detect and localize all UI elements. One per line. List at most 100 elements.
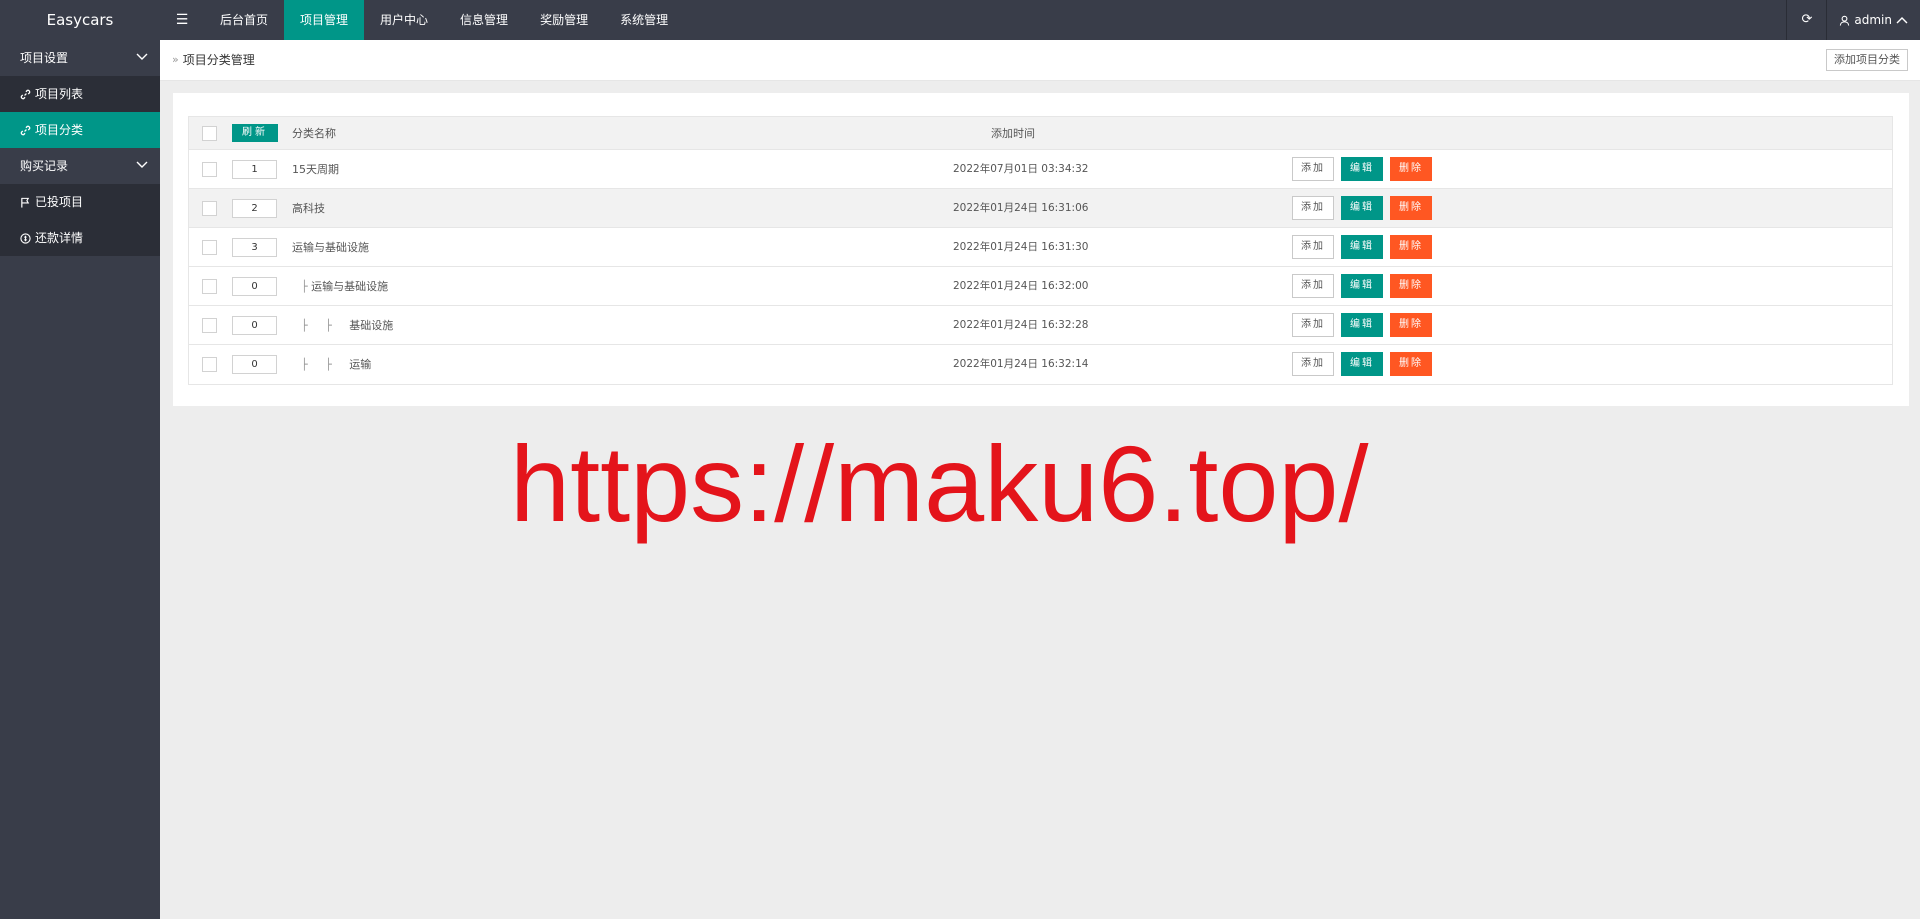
table-row: ├ ├ 运输 2022年01月24日 16:32:14 添加 编辑 删除 xyxy=(189,345,1892,384)
table-row: 15天周期 2022年07月01日 03:34:32 添加 编辑 删除 xyxy=(189,150,1892,189)
add-button[interactable]: 添加 xyxy=(1292,313,1334,337)
sort-order-input[interactable] xyxy=(232,238,277,257)
row-actions: 添加 编辑 删除 xyxy=(1292,235,1432,259)
category-name-text: 运输 xyxy=(349,358,372,371)
category-name: 高科技 xyxy=(292,189,325,228)
row-actions: 添加 编辑 删除 xyxy=(1292,157,1432,181)
row-checkbox[interactable] xyxy=(202,357,217,372)
add-button[interactable]: 添加 xyxy=(1292,235,1334,259)
add-button[interactable]: 添加 xyxy=(1292,352,1334,376)
breadcrumb-bar: » 项目分类管理 添加项目分类 xyxy=(160,40,1920,81)
row-actions: 添加 编辑 删除 xyxy=(1292,196,1432,220)
menu-toggle-icon[interactable]: ☰ xyxy=(160,0,204,40)
chevron-down-icon xyxy=(136,161,148,168)
category-table: 刷新 分类名称 添加时间 15天周期 2022年07月01日 03:34:32 … xyxy=(188,116,1893,385)
category-name-text: 15天周期 xyxy=(292,163,339,176)
sort-order-input[interactable] xyxy=(232,355,277,374)
added-time: 2022年01月24日 16:32:28 xyxy=(953,319,1089,331)
app-logo: Easycars xyxy=(46,11,114,29)
sort-order-input[interactable] xyxy=(232,277,277,296)
user-menu[interactable]: admin xyxy=(1826,0,1920,40)
column-header-name: 分类名称 xyxy=(292,127,336,140)
sidebar-item-label: 项目分类 xyxy=(35,123,84,137)
edit-button[interactable]: 编辑 xyxy=(1341,313,1383,337)
sidebar-group-label: 购买记录 xyxy=(20,159,69,173)
row-checkbox[interactable] xyxy=(202,279,217,294)
breadcrumb-current: 项目分类管理 xyxy=(182,53,255,67)
category-name: 15天周期 xyxy=(292,150,339,189)
top-navigation: 后台首页 项目管理 用户中心 信息管理 奖励管理 系统管理 xyxy=(204,0,684,40)
row-actions: 添加 编辑 删除 xyxy=(1292,352,1432,376)
delete-button[interactable]: 删除 xyxy=(1390,235,1432,259)
edit-button[interactable]: 编辑 xyxy=(1341,196,1383,220)
table-row: ├ ├ 基础设施 2022年01月24日 16:32:28 添加 编辑 删除 xyxy=(189,306,1892,345)
edit-button[interactable]: 编辑 xyxy=(1341,157,1383,181)
row-checkbox[interactable] xyxy=(202,318,217,333)
delete-button[interactable]: 删除 xyxy=(1390,196,1432,220)
nav-item-project-management[interactable]: 项目管理 xyxy=(284,0,365,40)
header-right: ⟳ admin xyxy=(1786,0,1920,40)
added-time: 2022年01月24日 16:32:00 xyxy=(953,280,1089,292)
add-button[interactable]: 添加 xyxy=(1292,274,1334,298)
sidebar-item-repayment-details[interactable]: 还款详情 xyxy=(0,220,160,256)
content-card: 刷新 分类名称 添加时间 15天周期 2022年07月01日 03:34:32 … xyxy=(173,93,1909,406)
sort-order-input[interactable] xyxy=(232,199,277,218)
tree-prefix: ├ ├ xyxy=(301,319,350,332)
nav-item-system-management[interactable]: 系统管理 xyxy=(604,0,684,40)
category-name-text: 基础设施 xyxy=(349,319,394,332)
chevron-down-icon xyxy=(136,53,148,60)
sidebar-group-project-settings[interactable]: 项目设置 xyxy=(0,40,160,76)
flag-icon xyxy=(21,197,30,208)
nav-item-info-management[interactable]: 信息管理 xyxy=(444,0,524,40)
category-name: ├ ├ 基础设施 xyxy=(301,306,393,345)
table-row: 高科技 2022年01月24日 16:31:06 添加 编辑 删除 xyxy=(189,189,1892,228)
add-button[interactable]: 添加 xyxy=(1292,196,1334,220)
sidebar-item-invested-projects[interactable]: 已投项目 xyxy=(0,184,160,220)
refresh-icon[interactable]: ⟳ xyxy=(1786,0,1826,40)
added-time: 2022年01月24日 16:31:30 xyxy=(953,241,1089,253)
coin-icon xyxy=(20,232,31,244)
breadcrumb: » 项目分类管理 xyxy=(172,40,255,80)
sort-order-input[interactable] xyxy=(232,316,277,335)
edit-button[interactable]: 编辑 xyxy=(1341,274,1383,298)
chevron-up-icon xyxy=(1896,17,1908,24)
sidebar-group-purchase-records[interactable]: 购买记录 xyxy=(0,148,160,184)
username: admin xyxy=(1854,13,1892,27)
select-all-checkbox[interactable] xyxy=(202,126,217,141)
nav-item-reward-management[interactable]: 奖励管理 xyxy=(524,0,604,40)
add-category-button[interactable]: 添加项目分类 xyxy=(1826,49,1908,71)
sidebar-item-project-list[interactable]: 项目列表 xyxy=(0,76,160,112)
added-time: 2022年01月24日 16:31:06 xyxy=(953,202,1089,214)
table-row: 运输与基础设施 2022年01月24日 16:31:30 添加 编辑 删除 xyxy=(189,228,1892,267)
category-name: ├ ├ 运输 xyxy=(301,345,371,384)
add-button[interactable]: 添加 xyxy=(1292,157,1334,181)
sidebar-item-project-category[interactable]: 项目分类 xyxy=(0,112,160,148)
row-checkbox[interactable] xyxy=(202,240,217,255)
sidebar-group-label: 项目设置 xyxy=(20,51,69,65)
category-name-text: 运输与基础设施 xyxy=(292,241,369,254)
nav-item-user-center[interactable]: 用户中心 xyxy=(364,0,444,40)
sort-order-input[interactable] xyxy=(232,160,277,179)
tree-prefix: ├ xyxy=(301,280,312,293)
added-time: 2022年01月24日 16:32:14 xyxy=(953,358,1089,370)
row-checkbox[interactable] xyxy=(202,162,217,177)
column-header-time: 添加时间 xyxy=(991,127,1035,140)
row-actions: 添加 编辑 删除 xyxy=(1292,274,1432,298)
category-name-text: 运输与基础设施 xyxy=(311,280,389,293)
edit-button[interactable]: 编辑 xyxy=(1341,235,1383,259)
row-checkbox[interactable] xyxy=(202,201,217,216)
tree-prefix: ├ ├ xyxy=(301,358,350,371)
sidebar: 项目设置 项目列表 项目分类 购买记录 已投项目 还款详情 xyxy=(0,40,160,919)
top-header: Easycars ☰ 后台首页 项目管理 用户中心 信息管理 奖励管理 系统管理… xyxy=(0,0,1920,40)
double-chevron-icon: » xyxy=(172,53,179,66)
refresh-button[interactable]: 刷新 xyxy=(232,124,278,142)
nav-item-home[interactable]: 后台首页 xyxy=(204,0,284,40)
table-header: 刷新 分类名称 添加时间 xyxy=(189,117,1892,150)
link-icon xyxy=(20,125,31,135)
row-actions: 添加 编辑 删除 xyxy=(1292,313,1432,337)
delete-button[interactable]: 删除 xyxy=(1390,274,1432,298)
edit-button[interactable]: 编辑 xyxy=(1341,352,1383,376)
delete-button[interactable]: 删除 xyxy=(1390,352,1432,376)
delete-button[interactable]: 删除 xyxy=(1390,313,1432,337)
delete-button[interactable]: 删除 xyxy=(1390,157,1432,181)
